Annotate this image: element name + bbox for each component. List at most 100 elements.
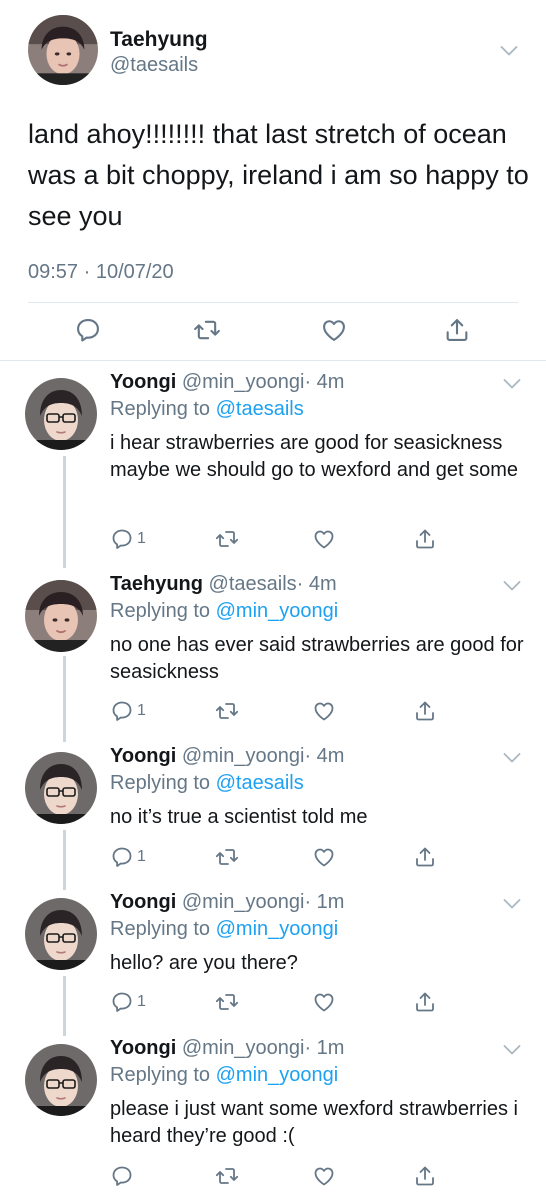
share-button[interactable]	[443, 316, 471, 344]
like-button[interactable]	[320, 316, 348, 344]
reply-text: please i just want some wexford strawber…	[110, 1098, 518, 1147]
avatar[interactable]	[25, 580, 97, 652]
reply-header: Yoongi @min_yoongi· 1m	[110, 1037, 344, 1060]
avatar[interactable]	[25, 898, 97, 970]
share-icon	[443, 316, 471, 344]
share-button[interactable]	[413, 990, 437, 1014]
author-name[interactable]: Yoongi	[110, 745, 176, 767]
share-icon	[413, 1164, 437, 1188]
retweet-button[interactable]	[215, 527, 239, 551]
author-handle[interactable]: @min_yoongi	[182, 1037, 305, 1059]
share-button[interactable]	[413, 527, 437, 551]
heart-icon	[320, 316, 348, 344]
mention-link[interactable]: @taesails	[216, 398, 304, 420]
tweet-timestamp[interactable]: 09:57 · 10/07/20	[28, 261, 174, 284]
replying-label: Replying to	[110, 600, 216, 622]
mention-link[interactable]: @min_yoongi	[216, 1064, 339, 1086]
avatar[interactable]	[25, 378, 97, 450]
like-button[interactable]	[312, 990, 336, 1014]
thread-connector	[63, 456, 66, 568]
reply-time[interactable]: · 4m	[297, 573, 337, 595]
share-icon	[413, 527, 437, 551]
tweet-text: land ahoy!!!!!!!! that last stretch of o…	[28, 119, 529, 231]
replying-label: Replying to	[110, 1064, 216, 1086]
reply-icon	[110, 845, 134, 869]
chevron-down-icon[interactable]	[503, 378, 521, 390]
reply-button[interactable]	[74, 316, 102, 344]
author-name[interactable]: Yoongi	[110, 371, 176, 393]
avatar[interactable]	[25, 1044, 97, 1116]
author-name[interactable]: Yoongi	[110, 891, 176, 913]
mention-link[interactable]: @min_yoongi	[216, 600, 339, 622]
tweet-actions	[0, 312, 546, 348]
reply-time[interactable]: · 4m	[304, 745, 344, 767]
avatar[interactable]	[28, 15, 98, 85]
reply-time[interactable]: · 1m	[304, 891, 344, 913]
thread-connector	[63, 830, 66, 890]
reply-button[interactable]	[110, 1164, 134, 1188]
reply-button[interactable]: 1	[110, 699, 146, 723]
author-handle[interactable]: @taesails	[110, 54, 198, 77]
reply-text: no it’s true a scientist told me	[110, 806, 368, 828]
author-name[interactable]: Taehyung	[110, 573, 203, 595]
reply-text: i hear strawberries are good for seasick…	[110, 432, 519, 481]
reply-header: Taehyung @taesails· 4m	[110, 573, 337, 596]
retweet-button[interactable]	[215, 990, 239, 1014]
replying-to: Replying to @taesails	[110, 772, 304, 795]
reply-time[interactable]: · 1m	[304, 1037, 344, 1059]
reply-icon	[110, 699, 134, 723]
reply-time[interactable]: · 4m	[304, 371, 344, 393]
reply-header: Yoongi @min_yoongi· 1m	[110, 891, 344, 914]
author-name[interactable]: Taehyung	[110, 28, 208, 52]
author-name[interactable]: Yoongi	[110, 1037, 176, 1059]
reply-icon	[110, 990, 134, 1014]
like-button[interactable]	[312, 699, 336, 723]
reply-icon	[74, 316, 102, 344]
author-handle[interactable]: @min_yoongi	[182, 371, 305, 393]
like-button[interactable]	[312, 845, 336, 869]
retweet-button[interactable]	[215, 845, 239, 869]
divider	[28, 302, 518, 303]
author-handle[interactable]: @min_yoongi	[182, 891, 305, 913]
main-tweet: Taehyung @taesails land ahoy!!!!!!!! tha…	[0, 0, 546, 360]
reply-header: Yoongi @min_yoongi· 4m	[110, 371, 344, 394]
mention-link[interactable]: @taesails	[216, 772, 304, 794]
reply-button[interactable]: 1	[110, 990, 146, 1014]
replying-label: Replying to	[110, 918, 216, 940]
heart-icon	[312, 1164, 336, 1188]
reply-icon	[110, 1164, 134, 1188]
reply-header: Yoongi @min_yoongi· 4m	[110, 745, 344, 768]
chevron-down-icon[interactable]	[503, 1044, 521, 1056]
chevron-down-icon[interactable]	[503, 580, 521, 592]
chevron-down-icon[interactable]	[503, 752, 521, 764]
retweet-icon	[215, 527, 239, 551]
retweet-icon	[215, 1164, 239, 1188]
replying-to: Replying to @min_yoongi	[110, 600, 338, 623]
mention-link[interactable]: @min_yoongi	[216, 918, 339, 940]
retweet-icon	[193, 316, 221, 344]
retweet-button[interactable]	[215, 699, 239, 723]
reply-icon	[110, 527, 134, 551]
reply-text: no one has ever said strawberries are go…	[110, 634, 524, 683]
share-icon	[413, 699, 437, 723]
author-handle[interactable]: @taesails	[209, 573, 297, 595]
divider	[0, 360, 546, 361]
reply-text: hello? are you there?	[110, 952, 298, 974]
chevron-down-icon[interactable]	[503, 898, 521, 910]
like-button[interactable]	[312, 1164, 336, 1188]
like-button[interactable]	[312, 527, 336, 551]
reply-button[interactable]: 1	[110, 845, 146, 869]
retweet-button[interactable]	[215, 1164, 239, 1188]
retweet-button[interactable]	[193, 316, 221, 344]
replying-to: Replying to @taesails	[110, 398, 304, 421]
share-button[interactable]	[413, 699, 437, 723]
chevron-down-icon[interactable]	[500, 45, 518, 57]
author-handle[interactable]: @min_yoongi	[182, 745, 305, 767]
share-icon	[413, 845, 437, 869]
avatar[interactable]	[25, 752, 97, 824]
reply-count: 1	[137, 993, 146, 1010]
reply-button[interactable]: 1	[110, 527, 146, 551]
share-button[interactable]	[413, 845, 437, 869]
heart-icon	[312, 527, 336, 551]
share-button[interactable]	[413, 1164, 437, 1188]
